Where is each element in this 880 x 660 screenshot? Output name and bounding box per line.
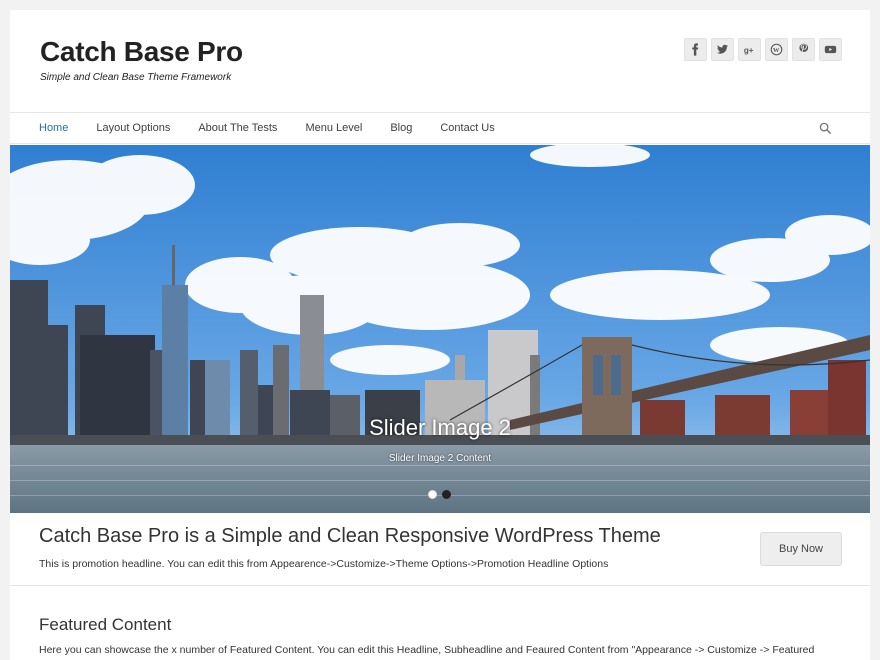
slider-dot-1[interactable] [428, 490, 437, 499]
buy-now-button[interactable]: Buy Now [760, 532, 842, 566]
promotion-subtitle: This is promotion headline. You can edit… [39, 558, 609, 570]
facebook-icon[interactable] [684, 38, 707, 61]
featured-slider[interactable]: Slider Image 2 Slider Image 2 Content [10, 145, 870, 513]
svg-text:W: W [773, 47, 780, 54]
featured-content-title: Featured Content [39, 615, 172, 634]
nav-item-home[interactable]: Home [39, 113, 82, 134]
promotion-headline: Catch Base Pro is a Simple and Clean Res… [10, 513, 870, 586]
social-links: g+ W [684, 38, 842, 61]
slide-title[interactable]: Slider Image 2 [10, 415, 870, 441]
site-title[interactable]: Catch Base Pro [40, 36, 243, 68]
slider-pager [428, 490, 451, 499]
nav-item-contact-us[interactable]: Contact Us [440, 113, 508, 134]
pinterest-icon[interactable] [792, 38, 815, 61]
wordpress-icon[interactable]: W [765, 38, 788, 61]
featured-content-description: Here you can showcase the x number of Fe… [39, 644, 815, 656]
main-navigation: Home Layout Options About The Tests Menu… [10, 113, 870, 144]
site-header: Catch Base Pro Simple and Clean Base The… [10, 10, 870, 113]
slider-dot-2[interactable] [442, 490, 451, 499]
twitter-icon[interactable] [711, 38, 734, 61]
page-container: Catch Base Pro Simple and Clean Base The… [10, 10, 870, 660]
nav-item-about-the-tests[interactable]: About The Tests [198, 113, 291, 134]
svg-text:g+: g+ [744, 46, 754, 55]
search-icon[interactable] [819, 122, 832, 135]
youtube-icon[interactable] [819, 38, 842, 61]
featured-content: Featured Content Here you can showcase t… [10, 586, 870, 660]
nav-item-layout-options[interactable]: Layout Options [96, 113, 184, 134]
promotion-title: Catch Base Pro is a Simple and Clean Res… [39, 525, 661, 547]
slide-content: Slider Image 2 Content [388, 453, 492, 464]
nav-item-blog[interactable]: Blog [390, 113, 426, 134]
nav-item-menu-level[interactable]: Menu Level [305, 113, 376, 134]
googleplus-icon[interactable]: g+ [738, 38, 761, 61]
site-description: Simple and Clean Base Theme Framework [40, 72, 232, 83]
